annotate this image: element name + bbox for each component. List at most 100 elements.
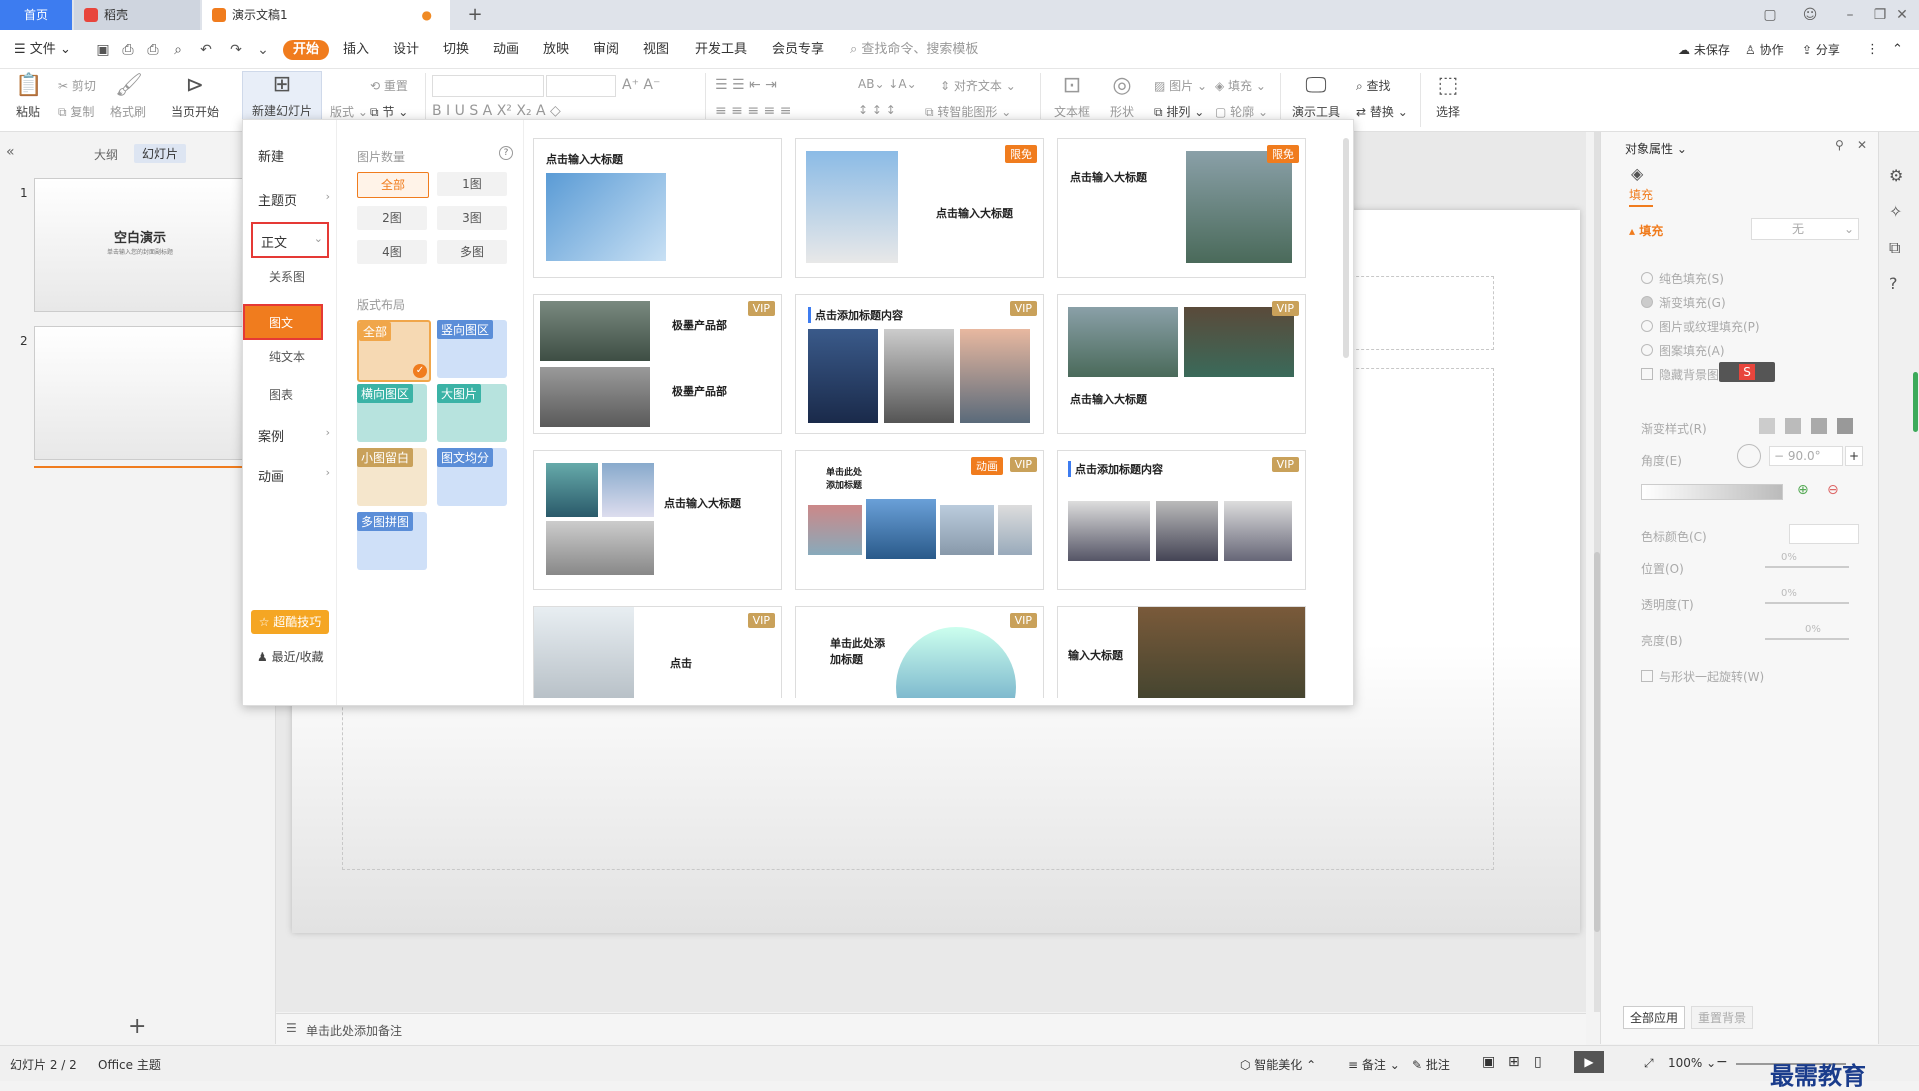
present-tools-button[interactable]: 🖵 演示工具 (1288, 73, 1344, 120)
layout-vertical[interactable]: 竖向图区 (437, 320, 507, 378)
apply-all-button[interactable]: 全部应用 (1623, 1006, 1686, 1029)
outline-tab[interactable]: 大纲 (94, 146, 118, 163)
menu-review[interactable]: 审阅 (593, 40, 619, 60)
save-icon[interactable]: ▣ (95, 42, 111, 58)
textbox-button[interactable]: ⊡ 文本框 (1050, 73, 1094, 120)
spacing-icons[interactable]: ↕ ↕ ↕ (858, 103, 896, 117)
template-card[interactable]: 点击添加标题内容 VIP (1057, 450, 1306, 590)
add-slide-icon[interactable]: + (128, 1014, 146, 1039)
template-card[interactable]: 点击输入大标题 限免 (795, 138, 1044, 278)
ime-toolbar[interactable]: S (1719, 362, 1775, 382)
picture-fill-option[interactable]: 图片或纹理填充(P) (1641, 318, 1760, 335)
panel-title[interactable]: 对象属性 ⌄ (1625, 140, 1687, 157)
shape-button[interactable]: ◎ 形状 (1100, 73, 1144, 120)
menu-animation[interactable]: 动画 (493, 40, 519, 60)
properties-icon[interactable]: ⚙ (1889, 166, 1903, 185)
paste-button[interactable]: 📋 粘贴 (10, 73, 46, 120)
share-button[interactable]: ⇪ 分享 (1802, 40, 1840, 60)
help-icon[interactable]: ? (499, 146, 513, 160)
nav-plain-text[interactable]: 纯文本 (269, 348, 305, 365)
layout-equal-split[interactable]: 图文均分 (437, 448, 507, 506)
reset-background-button[interactable]: 重置背景 (1691, 1006, 1754, 1029)
stop-color-select[interactable] (1789, 524, 1859, 544)
angle-plus-button[interactable]: + (1845, 446, 1863, 466)
template-card[interactable]: 点击输入大标题 (533, 450, 782, 590)
font-size-select[interactable] (546, 75, 616, 97)
nav-relation[interactable]: 关系图 (269, 268, 305, 285)
fill-tab[interactable]: 填充 (1629, 186, 1654, 207)
menu-transition[interactable]: 切换 (443, 40, 469, 60)
count-4-button[interactable]: 4图 (357, 240, 427, 264)
gradient-style-swatches[interactable] (1759, 418, 1879, 436)
font-grow-icon[interactable]: A⁺ A⁻ (622, 77, 660, 93)
reading-view-icon[interactable]: ▯ (1534, 1054, 1542, 1070)
pin-icon[interactable]: ⚲ (1835, 138, 1844, 152)
menu-design[interactable]: 设计 (393, 40, 419, 60)
grid-view-icon[interactable]: ⊞ (1508, 1054, 1520, 1070)
avatar[interactable]: ☺ (1790, 0, 1830, 30)
normal-view-icon[interactable]: ▣ (1482, 1054, 1495, 1070)
remove-stop-icon[interactable]: ⊖ (1827, 482, 1839, 498)
layout-big-picture[interactable]: 大图片 (437, 384, 507, 442)
layout-horizontal[interactable]: 横向图区 (357, 384, 427, 442)
nav-body[interactable]: 正文 ⌄ (251, 222, 329, 258)
cut-button[interactable]: ✂ 剪切 (58, 77, 96, 94)
nav-picture-text[interactable]: 图文 (243, 304, 323, 340)
smart-graphic-button[interactable]: ⧉ 转智能图形 ⌄ (925, 103, 1011, 120)
picture-button[interactable]: ▨ 图片 ⌄ (1154, 77, 1207, 94)
zoom-out-button[interactable]: − (1716, 1054, 1728, 1070)
count-3-button[interactable]: 3图 (437, 206, 507, 230)
template-card[interactable]: 点击添加标题内容 VIP (795, 294, 1044, 434)
copy-panel-icon[interactable]: ⧉ (1889, 238, 1900, 258)
count-1-button[interactable]: 1图 (437, 172, 507, 196)
menu-slideshow[interactable]: 放映 (543, 40, 569, 60)
reset-button[interactable]: ⟲ 重置 (370, 77, 408, 94)
replace-button[interactable]: ⇄ 替换 ⌄ (1356, 103, 1408, 120)
angle-input[interactable]: − 90.0° (1769, 446, 1843, 466)
fit-icon[interactable]: ⤢ (1644, 1056, 1654, 1071)
align-icons[interactable]: ≡ ≡ ≡ ≡ ≡ (715, 103, 791, 119)
gradient-bar[interactable] (1641, 484, 1783, 500)
undo-icon[interactable]: ↶ (198, 42, 214, 58)
export-icon[interactable]: ⎙ (120, 42, 136, 58)
theme-name[interactable]: Office 主题 (98, 1056, 161, 1073)
nav-animation[interactable]: 动画 › (258, 466, 330, 485)
text-style-icons[interactable]: B I U S A X² X₂ A ◇ (432, 103, 561, 119)
angle-dial[interactable] (1737, 444, 1761, 468)
tab-document[interactable]: 演示文稿1 ● (202, 0, 450, 30)
template-card[interactable]: 点击输入大标题 限免 (1057, 138, 1306, 278)
menu-vip[interactable]: 会员专享 (772, 40, 824, 60)
position-slider[interactable] (1765, 566, 1849, 568)
select-button[interactable]: ⬚ 选择 (1428, 73, 1468, 120)
count-all-button[interactable]: 全部 (357, 172, 429, 198)
customize-icon[interactable]: ⌄ (255, 42, 271, 58)
nav-new[interactable]: 新建 (258, 146, 284, 165)
format-painter-button[interactable]: 🖌 格式刷 (108, 73, 148, 120)
close-button[interactable]: ✕ (1885, 0, 1919, 30)
solid-fill-option[interactable]: 纯色填充(S) (1641, 270, 1724, 287)
gradient-fill-option[interactable]: 渐变填充(G) (1641, 294, 1726, 311)
fill-button[interactable]: ◈ 填充 ⌄ (1215, 77, 1266, 94)
hide-bg-option[interactable]: 隐藏背景图 (1641, 366, 1719, 383)
template-card[interactable]: 单击此处添加标题 VIP (795, 606, 1044, 698)
text-direction-icons[interactable]: AB⌄ ↓A⌄ (858, 77, 917, 91)
file-menu[interactable]: ☰ 文件 ⌄ (14, 40, 71, 60)
template-card[interactable]: 极墨产品部 极墨产品部 VIP (533, 294, 782, 434)
collapse-ribbon-icon[interactable]: ⌃ (1892, 40, 1903, 60)
play-from-current-button[interactable]: ⊳ 当页开始 (165, 73, 225, 120)
nav-chart[interactable]: 图表 (269, 386, 293, 403)
slide-thumbnail-2[interactable] (34, 326, 246, 460)
slides-tab[interactable]: 幻灯片 (134, 144, 187, 163)
help-icon[interactable]: ? (1889, 274, 1898, 293)
nav-theme[interactable]: 主题页 › (258, 190, 330, 209)
add-stop-icon[interactable]: ⊕ (1797, 482, 1809, 498)
magic-icon[interactable]: ✧ (1889, 202, 1902, 221)
slide-thumbnail-1[interactable]: 空白演示 单击输入您的封面副标题 (34, 178, 246, 312)
template-card[interactable]: 单击此处添加标题 动画 VIP (795, 450, 1044, 590)
notes-bar[interactable]: ☰ 单击此处添加备注 (276, 1013, 1586, 1045)
layout-small-picture[interactable]: 小图留白 (357, 448, 427, 506)
font-family-select[interactable] (432, 75, 544, 97)
new-tab-button[interactable]: + (460, 0, 490, 30)
rotate-with-shape-option[interactable]: 与形状一起旋转(W) (1641, 668, 1764, 685)
layout-multi-collage[interactable]: 多图拼图 (357, 512, 427, 570)
